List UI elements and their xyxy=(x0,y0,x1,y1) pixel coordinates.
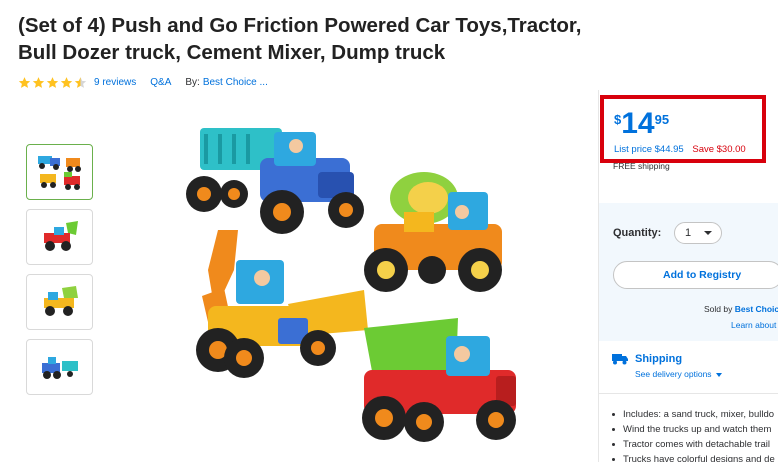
half-star-icon xyxy=(74,77,87,88)
qa-link[interactable]: Q&A xyxy=(150,77,171,88)
divider xyxy=(599,393,778,394)
chevron-down-icon xyxy=(704,231,712,235)
price-highlight-box: $ 14 95 List price $44.95 Save $30.00 xyxy=(600,95,766,163)
sold-by-label: Sold by xyxy=(704,304,733,314)
add-to-registry-button[interactable]: Add to Registry xyxy=(613,261,778,289)
thumbnail-bulldozer[interactable] xyxy=(26,209,93,265)
current-price: $ 14 95 xyxy=(614,109,669,139)
price-comparison: List price $44.95 Save $30.00 xyxy=(614,144,746,155)
by-label: By: xyxy=(185,77,200,88)
sold-by: Sold by Best Choice xyxy=(704,304,778,314)
bulldozer-toy xyxy=(196,230,368,378)
delivery-options-label: See delivery options xyxy=(635,369,712,379)
thumbnail-cement-mixer[interactable] xyxy=(26,274,93,330)
seller-link[interactable]: Best Choice xyxy=(735,304,778,314)
feature-list: Includes: a sand truck, mixer, bulldo Wi… xyxy=(612,409,778,462)
star-icon xyxy=(46,77,59,88)
feature-item: Wind the trucks up and watch them xyxy=(612,424,778,435)
quantity-value: 1 xyxy=(685,227,692,239)
shipping-title: Shipping xyxy=(635,353,683,365)
cement-mixer-toy xyxy=(364,172,502,292)
star-icon xyxy=(32,77,45,88)
brand-link[interactable]: Best Choice ... xyxy=(203,77,268,88)
learn-about-link[interactable]: Learn about xyxy=(731,320,776,330)
bulldozer-thumbnail-icon xyxy=(43,221,78,251)
price-cents: 95 xyxy=(654,112,670,127)
quantity-select[interactable]: 1 xyxy=(674,222,722,244)
star-icon xyxy=(18,77,31,88)
thumbnail-tractor[interactable] xyxy=(26,339,93,395)
feature-item: Tractor comes with detachable trail xyxy=(612,439,778,450)
feature-item: Includes: a sand truck, mixer, bulldo xyxy=(612,409,778,420)
four-toy-trucks-image xyxy=(186,128,516,442)
star-icon xyxy=(60,77,73,88)
tractor-toy xyxy=(186,128,364,234)
price-currency: $ xyxy=(614,112,622,127)
reviews-link[interactable]: 9 reviews xyxy=(94,77,136,88)
tractor-thumbnail-icon xyxy=(41,357,78,379)
quantity-label: Quantity: xyxy=(613,227,662,239)
main-product-image[interactable] xyxy=(178,120,530,450)
thumbnail-gallery xyxy=(26,144,93,404)
dump-truck-toy xyxy=(362,318,516,442)
rating-row: 9 reviews Q&A By: Best Choice ... xyxy=(18,76,282,89)
list-price: List price $44.95 xyxy=(614,144,684,155)
feature-item: Trucks have colorful designs and de xyxy=(612,454,778,462)
star-rating[interactable] xyxy=(18,76,88,89)
cement-mixer-thumbnail-icon xyxy=(43,286,78,316)
truck-icon xyxy=(612,354,628,365)
chevron-down-icon xyxy=(715,372,722,377)
thumbnail-four-trucks[interactable] xyxy=(26,144,93,200)
product-title: (Set of 4) Push and Go Friction Powered … xyxy=(18,14,582,64)
price-dollars: 14 xyxy=(621,107,655,140)
delivery-options-link[interactable]: See delivery options xyxy=(635,369,722,379)
four-trucks-thumbnail-icon xyxy=(37,156,81,190)
savings: Save $30.00 xyxy=(692,144,746,155)
